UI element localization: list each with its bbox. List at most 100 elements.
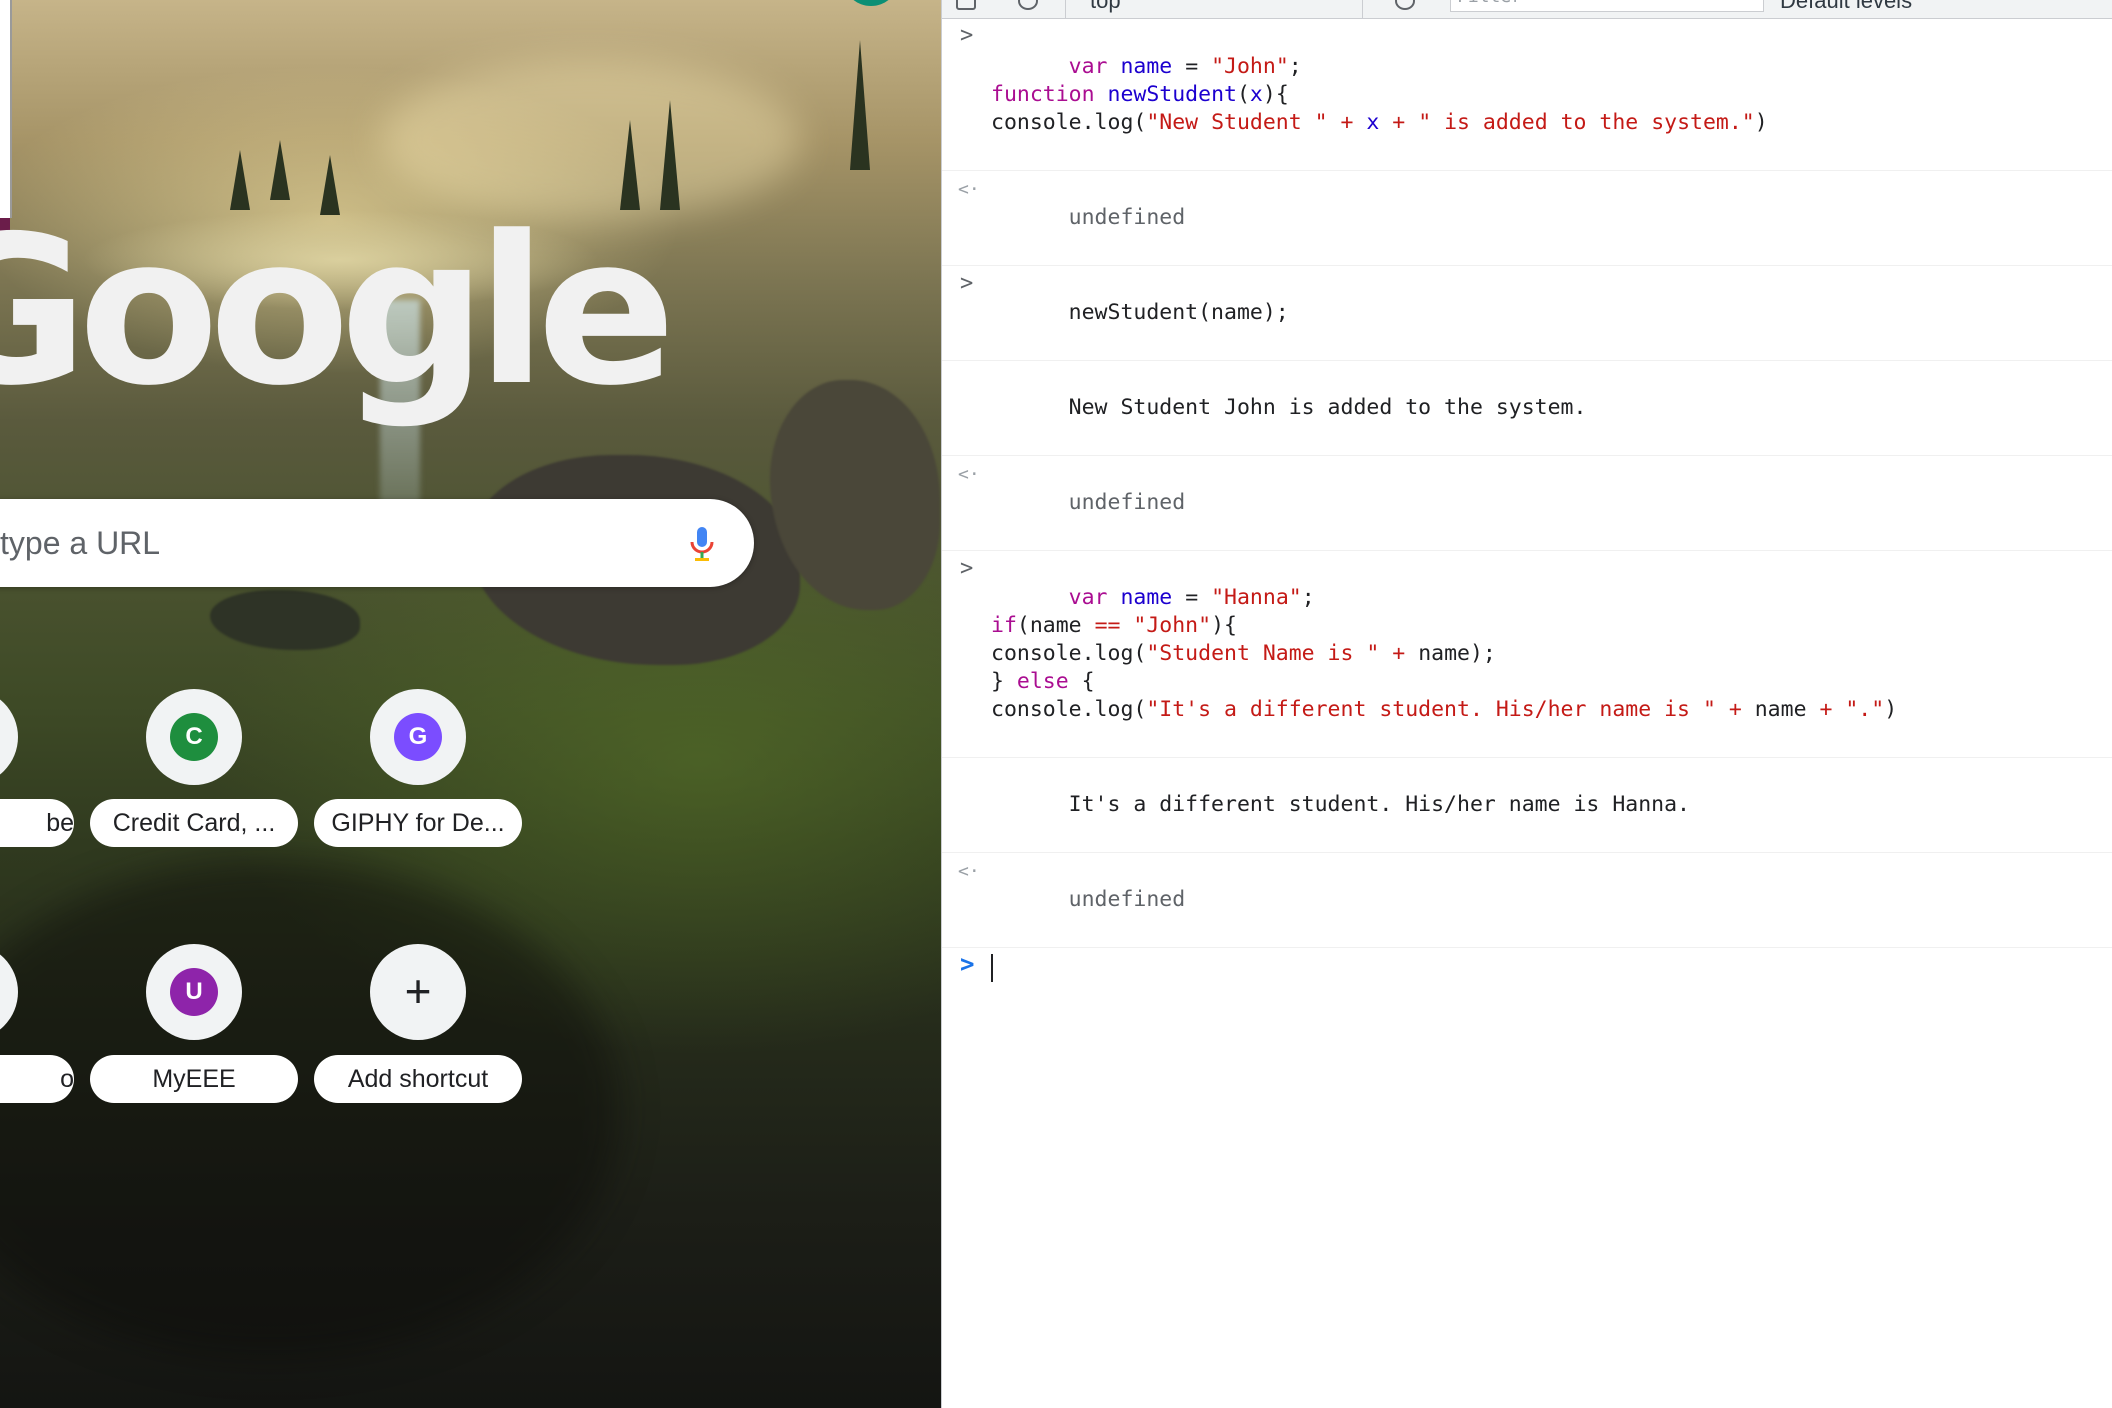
console-input-entry: > var name = "John"; function newStudent(…: [942, 18, 2112, 171]
log-message: It's a different student. His/her name i…: [1068, 792, 1690, 817]
add-shortcut-button[interactable]: +: [370, 944, 466, 1040]
result-value: undefined: [1068, 887, 1186, 912]
console-log-entry: It's a different student. His/her name i…: [942, 758, 2112, 853]
console-input-entry: > var name = "Hanna"; if(name == "John"){…: [942, 551, 2112, 758]
log-levels-dropdown[interactable]: Default levels: [1780, 0, 1912, 14]
shortcut-icon: C: [170, 713, 218, 761]
code-token: +: [1806, 697, 1846, 722]
result-value: undefined: [1068, 490, 1186, 515]
shortcut-tile[interactable]: [0, 689, 18, 785]
shortcut-tile[interactable]: C: [146, 689, 242, 785]
chevron-right-icon: >: [960, 23, 974, 48]
code-token: ): [1754, 110, 1768, 135]
code-token: ;: [1288, 54, 1302, 79]
code-token: {: [1068, 669, 1095, 694]
code-token: "Hanna": [1211, 585, 1302, 610]
console-result-entry: <· undefined: [942, 171, 2112, 266]
shortcut-tile[interactable]: G: [370, 689, 466, 785]
code-token: name: [1754, 697, 1807, 722]
shortcut-icon: U: [170, 968, 218, 1016]
plus-icon: +: [404, 965, 432, 1017]
code-token: =: [1172, 585, 1212, 610]
code-token: (: [1236, 82, 1250, 107]
clear-console-icon[interactable]: [1018, 0, 1038, 10]
code-line: newStudent(name);: [1068, 300, 1289, 325]
code-token: "John": [1133, 613, 1212, 638]
background-shadow: [0, 860, 620, 1360]
background-tree: [270, 140, 290, 200]
add-shortcut-label[interactable]: Add shortcut: [314, 1055, 522, 1103]
return-arrow-icon: <·: [958, 179, 980, 200]
background-tree: [850, 40, 870, 170]
text-caret: [991, 954, 993, 982]
code-token: ){: [1211, 613, 1237, 638]
code-token: }: [991, 669, 1017, 694]
devtools-panel: top Filter Default levels > var name = "J…: [941, 0, 2112, 1408]
code-token: x: [1249, 82, 1263, 107]
search-input[interactable]: type a URL: [0, 499, 160, 587]
background-rock: [210, 590, 360, 650]
console-input-entry: > newStudent(name);: [942, 266, 2112, 361]
new-tab-page: Google type a URL be C Credit Card, ... …: [0, 0, 941, 1408]
toolbar-divider: [1065, 0, 1066, 18]
shortcut-label[interactable]: Credit Card, ...: [90, 799, 298, 847]
code-token: name: [1120, 585, 1173, 610]
chevron-right-icon: >: [960, 556, 974, 581]
code-token: +: [1715, 697, 1755, 722]
log-message: New Student John is added to the system.: [1068, 395, 1587, 420]
code-token: "It's a different student. His/her name …: [1146, 697, 1716, 722]
live-expression-icon[interactable]: [1395, 0, 1415, 10]
code-token: "New Student ": [1146, 110, 1328, 135]
context-select[interactable]: top: [1090, 0, 1121, 14]
console-output: > var name = "John"; function newStudent(…: [942, 18, 2112, 988]
code-token: name);: [1418, 641, 1496, 666]
shortcut-icon: G: [394, 713, 442, 761]
chevron-right-icon: >: [960, 950, 975, 978]
code-token: ;: [1301, 585, 1315, 610]
code-token: +: [1327, 110, 1367, 135]
code-token: var: [1068, 585, 1108, 610]
code-token: ): [1884, 697, 1898, 722]
filter-input[interactable]: Filter: [1450, 0, 1764, 12]
search-box[interactable]: type a URL: [0, 499, 754, 587]
code-token: console.log(: [991, 110, 1147, 135]
return-arrow-icon: <·: [958, 861, 980, 882]
code-token: console.log(: [991, 697, 1147, 722]
shortcut-label[interactable]: GIPHY for De...: [314, 799, 522, 847]
profile-avatar[interactable]: [845, 0, 897, 6]
chevron-right-icon: >: [960, 271, 974, 296]
console-prompt-input[interactable]: >: [942, 948, 2112, 988]
shortcut-tile[interactable]: U: [146, 944, 242, 1040]
shortcut-label[interactable]: be: [0, 799, 74, 847]
shortcut-label[interactable]: o: [0, 1055, 74, 1103]
code-token: ==: [1094, 613, 1121, 638]
code-token: if: [991, 613, 1017, 638]
code-token: "John": [1211, 54, 1289, 79]
console-result-entry: <· undefined: [942, 456, 2112, 551]
code-token: +: [1379, 110, 1419, 135]
microphone-icon[interactable]: [682, 523, 722, 563]
code-token: function: [991, 82, 1095, 107]
code-token: else: [1016, 669, 1069, 694]
code-token: "Student Name is ": [1146, 641, 1380, 666]
code-token: ".": [1845, 697, 1885, 722]
console-result-entry: <· undefined: [942, 853, 2112, 948]
code-token: x: [1366, 110, 1380, 135]
code-token: name: [1120, 54, 1173, 79]
code-token: (name: [1016, 613, 1095, 638]
code-token: ){: [1262, 82, 1289, 107]
console-log-entry: New Student John is added to the system.: [942, 361, 2112, 456]
return-arrow-icon: <·: [958, 464, 980, 485]
google-logo: Google: [0, 193, 676, 431]
shortcut-label[interactable]: MyEEE: [90, 1055, 298, 1103]
console-toolbar: top Filter Default levels: [942, 0, 2112, 19]
code-token: +: [1379, 641, 1419, 666]
code-token: " is added to the system.": [1418, 110, 1755, 135]
code-token: console.log(: [991, 641, 1147, 666]
sidebar-toggle-icon[interactable]: [956, 0, 976, 10]
overlapping-window-edge: [0, 0, 12, 218]
result-value: undefined: [1068, 205, 1186, 230]
code-token: var: [1068, 54, 1108, 79]
code-token: newStudent: [1107, 82, 1237, 107]
